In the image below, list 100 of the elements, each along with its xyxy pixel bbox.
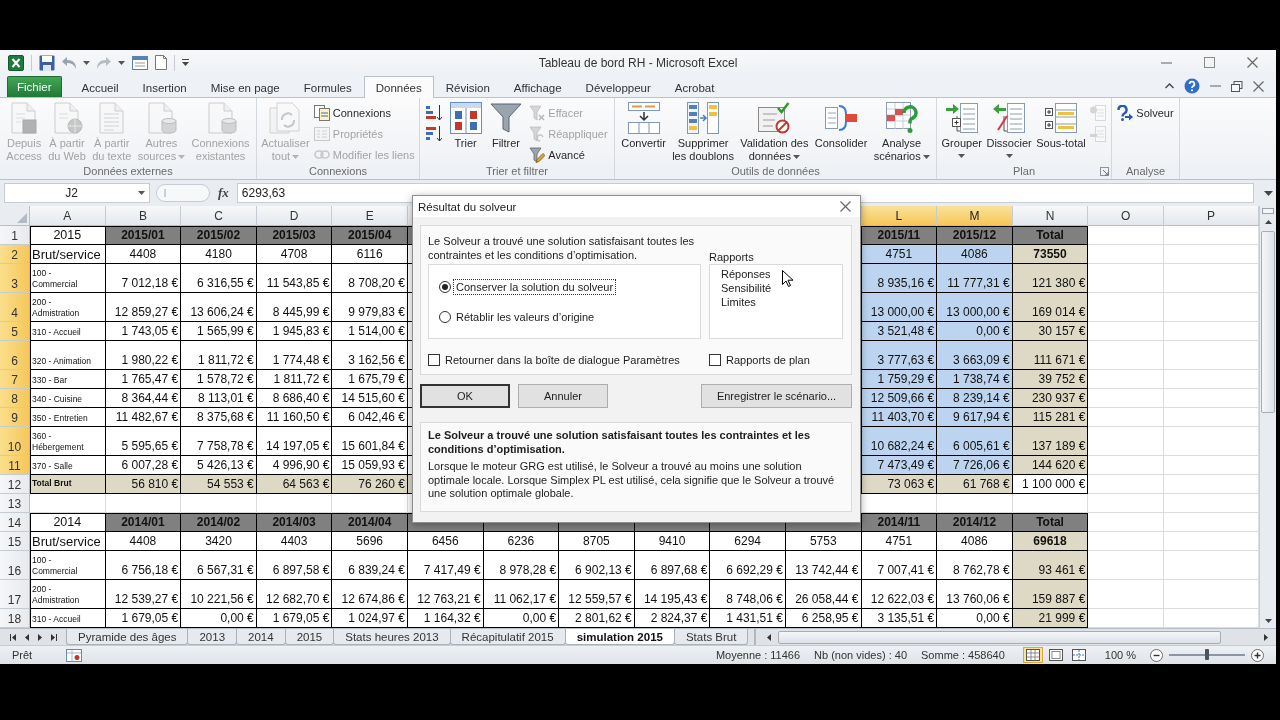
- option-label[interactable]: Rétablir les valeurs d’origine: [453, 308, 598, 325]
- ribbon-tab[interactable]: Accueil: [69, 77, 131, 98]
- dialog-button[interactable]: Enregistrer le scénario...: [701, 384, 852, 408]
- column-header[interactable]: E: [332, 206, 408, 226]
- ribbon-button[interactable]: Dissocier: [984, 100, 1034, 158]
- zoom-out-icon[interactable]: [1150, 648, 1163, 662]
- checkbox-label[interactable]: Rapports de plan: [726, 353, 810, 366]
- ribbon-tab[interactable]: Affichage: [501, 77, 574, 98]
- row-header[interactable]: 3: [0, 264, 30, 293]
- ribbon-button[interactable]: Supprimer les doublons: [670, 100, 736, 163]
- row-header[interactable]: 10: [0, 427, 30, 456]
- ribbon-tab[interactable]: Acrobat: [662, 77, 727, 98]
- ribbon-icon-button[interactable]: [424, 102, 445, 123]
- sheet-tab[interactable]: Récapitulatif 2015: [449, 629, 566, 645]
- row-header[interactable]: 7: [0, 370, 30, 389]
- ribbon-tab[interactable]: Révision: [433, 77, 502, 98]
- ribbon-button[interactable]: Grouper: [939, 100, 984, 158]
- caret-up-icon[interactable]: [1165, 83, 1174, 89]
- row-header[interactable]: 5: [0, 322, 30, 341]
- row-header[interactable]: 18: [0, 609, 30, 628]
- sheet-tab[interactable]: 2014: [236, 629, 286, 645]
- ribbon-button[interactable]: Avancé: [527, 144, 610, 165]
- column-header[interactable]: M: [937, 206, 1013, 226]
- window-form-icon[interactable]: [132, 55, 148, 70]
- column-header[interactable]: L: [861, 206, 938, 226]
- triangle-down-icon[interactable]: [1264, 618, 1272, 623]
- ribbon-button[interactable]: Convertir: [619, 100, 668, 150]
- ribbon-button[interactable]: Solveur: [1115, 102, 1176, 123]
- file-tab[interactable]: Fichier: [7, 76, 62, 97]
- option-label[interactable]: Conserver la solution du solveur: [453, 278, 617, 295]
- sheet-tab[interactable]: Stats heures 2013: [333, 629, 451, 645]
- restore-icon[interactable]: [1231, 80, 1243, 92]
- view-button[interactable]: [1022, 647, 1043, 663]
- column-header[interactable]: A: [30, 206, 106, 226]
- expand-caret-icon[interactable]: [1263, 190, 1273, 196]
- column-header[interactable]: N: [1012, 206, 1089, 226]
- insert-function-button[interactable]: fx: [216, 185, 231, 201]
- help-icon[interactable]: [1184, 78, 1200, 94]
- name-box[interactable]: J2: [4, 183, 150, 203]
- maximize-icon[interactable]: [1204, 57, 1215, 68]
- ribbon-button[interactable]: Sous-total: [1034, 100, 1088, 150]
- checkbox[interactable]: [709, 353, 721, 366]
- triangle-up-icon[interactable]: [1264, 219, 1272, 224]
- zoom-level[interactable]: 100 %: [1104, 649, 1136, 661]
- sheet-tab[interactable]: 2013: [187, 629, 238, 645]
- skip-left-icon[interactable]: [10, 633, 16, 641]
- triangle-right-icon[interactable]: [38, 633, 42, 641]
- vertical-scrollbar[interactable]: [1259, 206, 1276, 628]
- close-icon[interactable]: [840, 201, 851, 212]
- dialog-button[interactable]: Annuler: [518, 384, 608, 408]
- row-header[interactable]: 12: [0, 475, 30, 494]
- caret-icon[interactable]: [83, 60, 90, 65]
- row-header[interactable]: 16: [0, 551, 30, 580]
- row-header[interactable]: 14: [0, 513, 30, 532]
- row-header[interactable]: 17: [0, 580, 30, 609]
- close-icon[interactable]: [1247, 57, 1258, 68]
- sheet-tab[interactable]: Pyramide des âges: [66, 629, 189, 645]
- triangle-left-icon[interactable]: [767, 633, 772, 641]
- triangle-right-icon[interactable]: [1264, 633, 1268, 641]
- dialog-launcher-icon[interactable]: [1100, 166, 1109, 176]
- row-header[interactable]: 4: [0, 293, 30, 322]
- column-header[interactable]: B: [105, 206, 182, 226]
- ribbon-button[interactable]: Consolider: [812, 100, 870, 150]
- row-header[interactable]: 15: [0, 532, 30, 551]
- save-icon[interactable]: [39, 54, 55, 71]
- close-icon[interactable]: [1253, 80, 1264, 92]
- radio-button[interactable]: [439, 310, 451, 323]
- list-item[interactable]: Limites: [719, 295, 758, 309]
- menu-caret-icon[interactable]: [182, 59, 189, 66]
- slider-thumb[interactable]: [1205, 649, 1209, 660]
- caret-icon[interactable]: [118, 60, 125, 65]
- radio-button[interactable]: [439, 280, 451, 293]
- caret-icon[interactable]: [138, 191, 145, 195]
- row-header[interactable]: 11: [0, 456, 30, 475]
- checkbox-label[interactable]: Retourner dans la boîte de dialogue Paramètres: [445, 353, 680, 366]
- row-header[interactable]: 13: [0, 494, 30, 513]
- zoom-in-icon[interactable]: [1251, 648, 1264, 662]
- excel-logo-icon[interactable]: [8, 54, 24, 71]
- new-document-icon[interactable]: [155, 55, 167, 70]
- ribbon-tab[interactable]: Développeur: [573, 77, 663, 98]
- skip-right-icon[interactable]: [51, 633, 57, 641]
- ribbon-icon-button[interactable]: [424, 123, 445, 144]
- grip-handle-icon[interactable]: [156, 184, 210, 202]
- ribbon-tab[interactable]: Formules: [291, 77, 364, 98]
- sheet-tab[interactable]: Stats Brut: [673, 629, 749, 645]
- row-header[interactable]: 8: [0, 389, 30, 408]
- row-header[interactable]: 9: [0, 408, 30, 427]
- row-header[interactable]: 2: [0, 245, 30, 264]
- triangle-left-icon[interactable]: [25, 633, 29, 641]
- ribbon-button[interactable]: Validation des données: [738, 100, 811, 163]
- ribbon-tab[interactable]: Mise en page: [198, 77, 292, 98]
- sheet-tab[interactable]: 2015: [284, 629, 335, 645]
- sheet-record-icon[interactable]: [66, 648, 83, 662]
- checkbox[interactable]: [428, 353, 440, 366]
- ribbon-button[interactable]: Analyse scénarios: [871, 100, 932, 163]
- row-header[interactable]: 6: [0, 341, 30, 370]
- list-item[interactable]: Sensibilité: [719, 281, 774, 295]
- column-header[interactable]: O: [1088, 206, 1164, 226]
- dialog-button[interactable]: OK: [420, 384, 510, 408]
- column-header[interactable]: D: [256, 206, 333, 226]
